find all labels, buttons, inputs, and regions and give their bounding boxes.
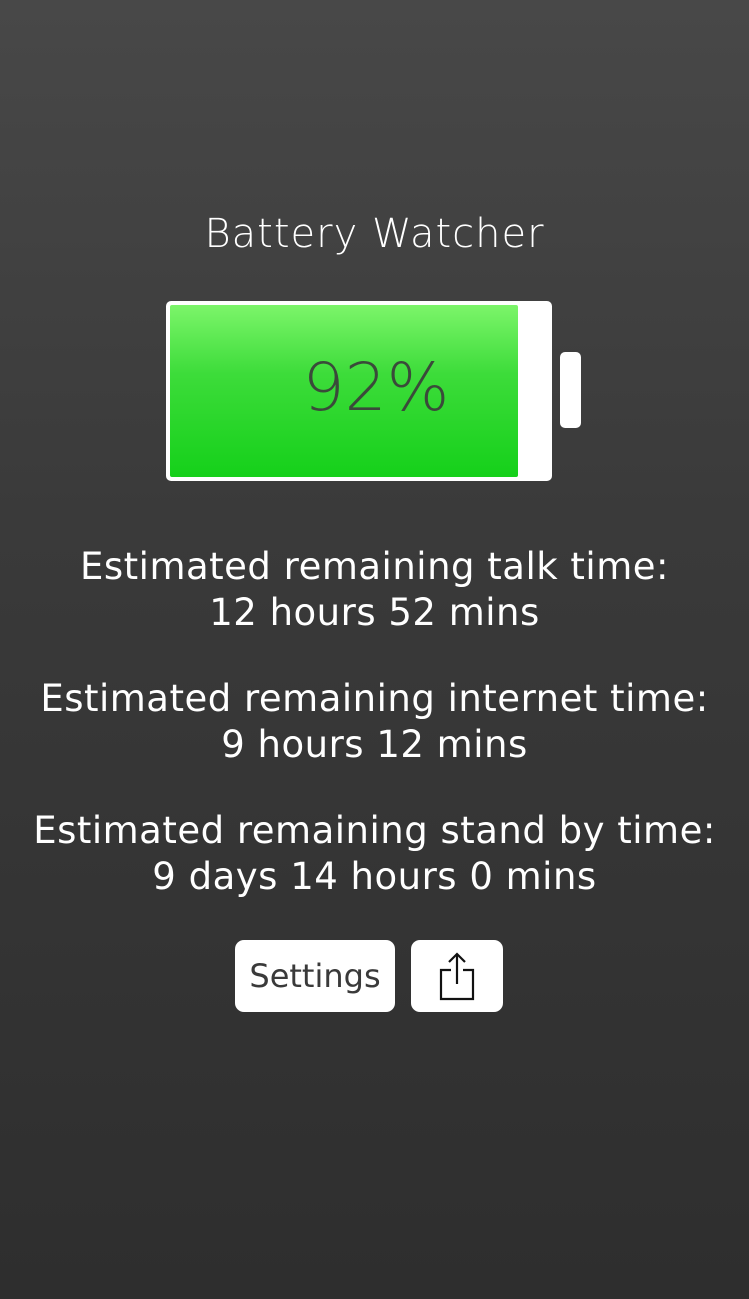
app-title: Battery Watcher xyxy=(204,211,545,257)
internet-time-label: Estimated remaining internet time: xyxy=(40,677,709,720)
talk-time-estimate: Estimated remaining talk time: 12 hours … xyxy=(0,544,749,636)
standby-time-estimate: Estimated remaining stand by time: 9 day… xyxy=(0,808,749,900)
talk-time-value: 12 hours 52 mins xyxy=(209,591,540,634)
talk-time-label: Estimated remaining talk time: xyxy=(80,545,669,588)
standby-time-label: Estimated remaining stand by time: xyxy=(33,809,716,852)
settings-button[interactable]: Settings xyxy=(235,940,395,1012)
standby-time-value: 9 days 14 hours 0 mins xyxy=(152,855,597,898)
battery-indicator: 92% xyxy=(166,301,552,481)
battery-track: 92% xyxy=(170,305,548,477)
internet-time-estimate: Estimated remaining internet time: 9 hou… xyxy=(0,676,749,768)
internet-time-value: 9 hours 12 mins xyxy=(221,723,528,766)
share-button[interactable] xyxy=(411,940,503,1012)
battery-percent: 92% xyxy=(302,349,450,426)
share-icon xyxy=(439,952,475,1001)
battery-terminal xyxy=(560,352,581,428)
